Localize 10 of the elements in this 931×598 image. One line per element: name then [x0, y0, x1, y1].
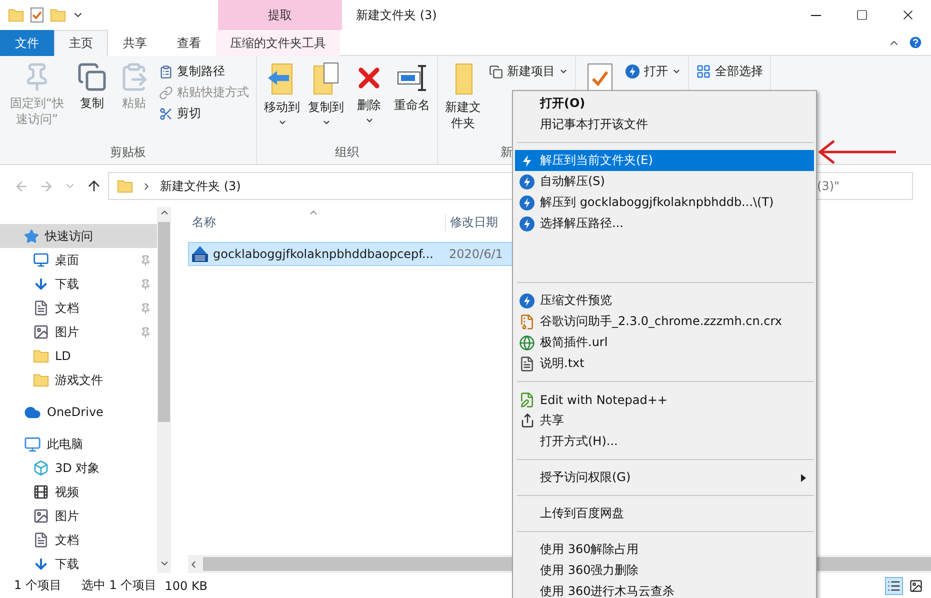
group-label: 组织 — [335, 144, 359, 161]
context-tab-header: 提取 — [218, 0, 342, 30]
item-count: 1 个项目 — [14, 577, 62, 594]
group-label: 剪贴板 — [110, 144, 146, 161]
selection-count: 选中 1 个项目 — [81, 577, 157, 594]
file-date: 2020/6/1 — [449, 247, 503, 261]
file-name: gocklaboggjfkolaknpbhddbaopcepf... — [213, 247, 434, 261]
window-title: 新建文件夹 (3) — [356, 6, 437, 24]
selection-size: 100 KB — [164, 578, 208, 592]
group-label: 新 — [500, 144, 512, 161]
